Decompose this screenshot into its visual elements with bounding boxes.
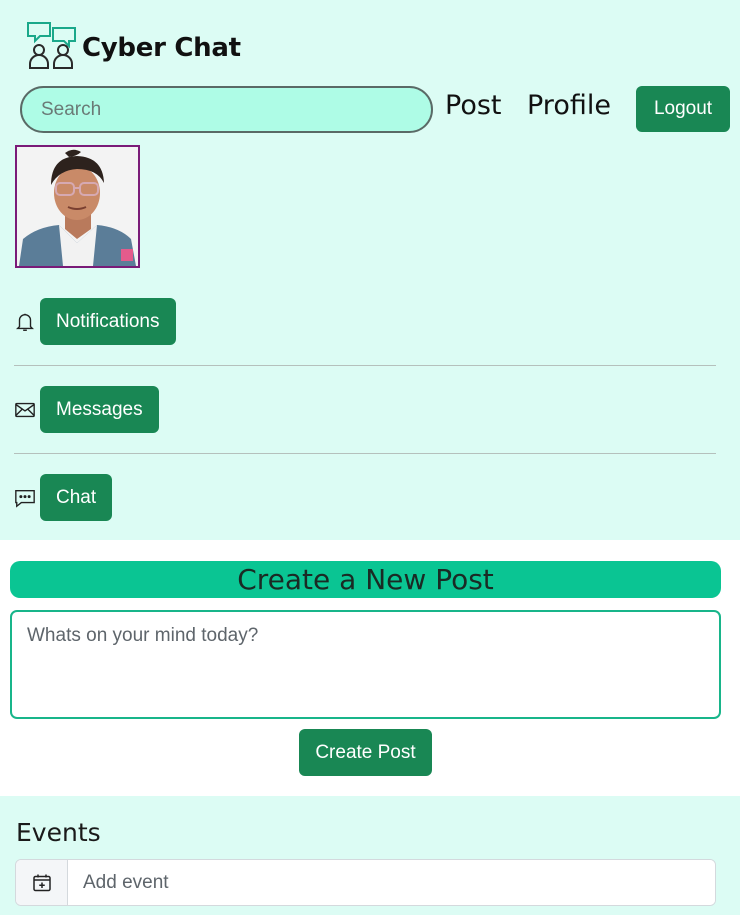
- app-title: Cyber Chat: [82, 33, 241, 63]
- messages-button[interactable]: Messages: [40, 386, 159, 433]
- envelope-icon: [13, 398, 37, 422]
- avatar[interactable]: [15, 145, 140, 268]
- people-chat-icon: [26, 20, 78, 77]
- divider: [14, 453, 716, 454]
- top-panel: Cyber Chat Post Profile Logout: [0, 0, 740, 540]
- nav-profile-link[interactable]: Profile: [527, 90, 611, 121]
- add-event-input[interactable]: [68, 860, 715, 905]
- brand[interactable]: Cyber Chat: [26, 20, 241, 77]
- notifications-button[interactable]: Notifications: [40, 298, 176, 345]
- sidebar-item-notifications[interactable]: Notifications: [13, 298, 176, 345]
- divider: [14, 365, 716, 366]
- create-post-button[interactable]: Create Post: [299, 729, 432, 776]
- bell-icon: [13, 310, 37, 334]
- events-title: Events: [16, 818, 101, 847]
- logout-button[interactable]: Logout: [636, 86, 730, 132]
- calendar-plus-icon[interactable]: [16, 860, 68, 905]
- chat-button[interactable]: Chat: [40, 474, 113, 521]
- add-event-group: [15, 859, 716, 906]
- sidebar-item-chat[interactable]: Chat: [13, 474, 113, 521]
- events-section: Events: [0, 796, 740, 915]
- post-textarea[interactable]: [10, 610, 721, 719]
- nav-post-link[interactable]: Post: [445, 90, 502, 121]
- sidebar-item-messages[interactable]: Messages: [13, 386, 159, 433]
- chat-dots-icon: [13, 486, 37, 510]
- search-input[interactable]: [20, 86, 433, 133]
- create-post-title: Create a New Post: [10, 561, 721, 598]
